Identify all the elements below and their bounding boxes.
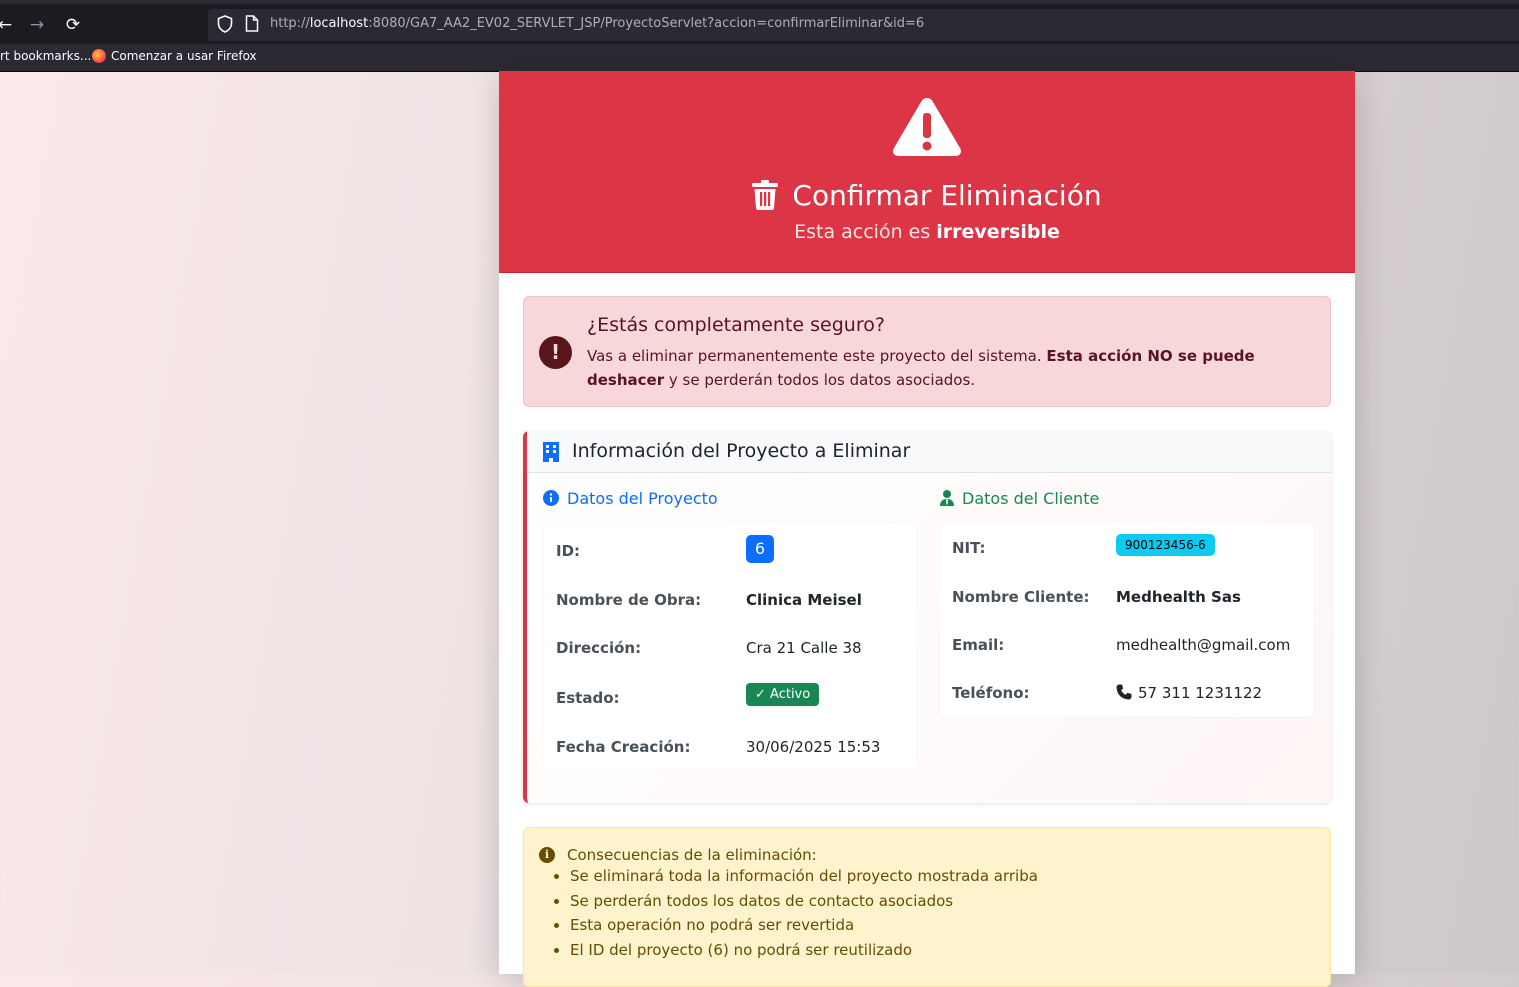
name-label: Nombre de Obra: (556, 591, 702, 609)
subtitle-text: Esta acción es (794, 221, 937, 243)
phone-label: Teléfono: (952, 684, 1030, 702)
list-item: Esta operación no podrá ser revertida (570, 913, 1038, 938)
browser-toolbar: ← → ⟳ http://localhost:8080/GA7_AA2_EV02… (0, 0, 1519, 44)
card-header: Confirmar Eliminación Esta acción es irr… (499, 71, 1355, 273)
danger-alert-text: Vas a eliminar permanentemente este proy… (587, 344, 1317, 392)
status-value: Activo (770, 687, 811, 702)
building-icon (543, 442, 559, 462)
name-value: Clinica Meisel (746, 591, 862, 609)
bookmarks-bar: rt bookmarks... Comenzar a usar Firefox (0, 44, 1519, 72)
phone-value: 57 311 1231122 (1138, 684, 1263, 702)
page-subtitle: Esta acción es irreversible (499, 221, 1355, 243)
danger-alert: ! ¿Estás completamente seguro? Vas a eli… (523, 296, 1331, 407)
user-tie-icon (940, 490, 954, 506)
url-bar[interactable]: http://localhost:8080/GA7_AA2_EV02_SERVL… (208, 9, 1519, 41)
exclamation-circle-icon: ! (539, 336, 572, 369)
project-data-table: ID: 6 Nombre de Obra: Clinica Meisel Dir… (544, 523, 917, 769)
url-scheme: http:// (270, 16, 310, 31)
project-info-card: Información del Proyecto a Eliminar Dato… (523, 431, 1331, 803)
consequences-list: Se eliminará toda la información del pro… (554, 864, 1038, 963)
address-label: Dirección: (556, 639, 642, 657)
project-info-title: Información del Proyecto a Eliminar (572, 440, 911, 462)
info-circle-icon (543, 490, 559, 506)
bookmark-firefox[interactable]: Comenzar a usar Firefox (92, 49, 257, 63)
phone-value-wrap: 57 311 1231122 (1116, 684, 1262, 702)
warning-triangle-icon (893, 98, 961, 156)
nit-badge: 900123456-6 (1116, 534, 1215, 556)
url-path: :8080/GA7_AA2_EV02_SERVLET_JSP/ProyectoS… (368, 16, 925, 31)
email-link[interactable]: medhealth@gmail.com (1116, 636, 1290, 654)
consequences-alert: i Consecuencias de la eliminación: Se el… (523, 827, 1331, 987)
status-badge: ✓ Activo (746, 683, 820, 706)
list-item: Se perderán todos los datos de contacto … (570, 889, 1038, 914)
confirm-delete-card: Confirmar Eliminación Esta acción es irr… (499, 71, 1355, 987)
bookmark-import[interactable]: rt bookmarks... (0, 49, 91, 63)
client-value: Medhealth Sas (1116, 588, 1241, 606)
client-label: Nombre Cliente: (952, 588, 1090, 606)
id-badge: 6 (746, 535, 774, 563)
danger-alert-heading: ¿Estás completamente seguro? (587, 314, 885, 336)
id-label: ID: (556, 542, 581, 560)
date-value: 30/06/2025 15:53 (746, 738, 881, 756)
list-item: Se eliminará toda la información del pro… (570, 864, 1038, 889)
check-icon: ✓ (755, 687, 771, 702)
url-text[interactable]: http://localhost:8080/GA7_AA2_EV02_SERVL… (270, 16, 924, 31)
phone-icon (1116, 684, 1132, 700)
firefox-icon (92, 49, 106, 63)
page-title: Confirmar Eliminación (792, 178, 1102, 212)
list-item: El ID del proyecto (6) no podrá ser reut… (570, 938, 1038, 963)
client-data-title-text: Datos del Cliente (962, 489, 1100, 508)
trash-icon (752, 180, 779, 210)
back-arrow-icon[interactable]: ← (0, 12, 18, 38)
consequences-heading: Consecuencias de la eliminación: (567, 846, 817, 864)
bookmark-firefox-label: Comenzar a usar Firefox (111, 49, 257, 63)
shield-icon[interactable] (217, 15, 233, 33)
project-info-header: Información del Proyecto a Eliminar (527, 431, 1331, 473)
date-label: Fecha Creación: (556, 738, 691, 756)
address-value: Cra 21 Calle 38 (746, 639, 862, 657)
page-icon (245, 15, 259, 32)
client-data-table: NIT: 900123456-6 Nombre Cliente: Medheal… (940, 523, 1314, 717)
status-label: Estado: (556, 689, 620, 707)
reload-icon[interactable]: ⟳ (60, 12, 86, 38)
url-host: localhost (309, 16, 369, 31)
nit-label: NIT: (952, 539, 986, 557)
danger-text-start: Vas a eliminar permanentemente este proy… (587, 347, 1047, 365)
project-data-title-text: Datos del Proyecto (567, 489, 718, 508)
forward-arrow-icon[interactable]: → (24, 12, 50, 38)
project-data-title: Datos del Proyecto (543, 489, 718, 508)
client-data-title: Datos del Cliente (940, 489, 1099, 508)
danger-text-end: y se perderán todos los datos asociados. (664, 371, 976, 389)
email-label: Email: (952, 636, 1005, 654)
page-title-row: Confirmar Eliminación (499, 175, 1355, 215)
info-circle-icon: i (539, 847, 555, 863)
subtitle-emphasis: irreversible (936, 221, 1060, 243)
